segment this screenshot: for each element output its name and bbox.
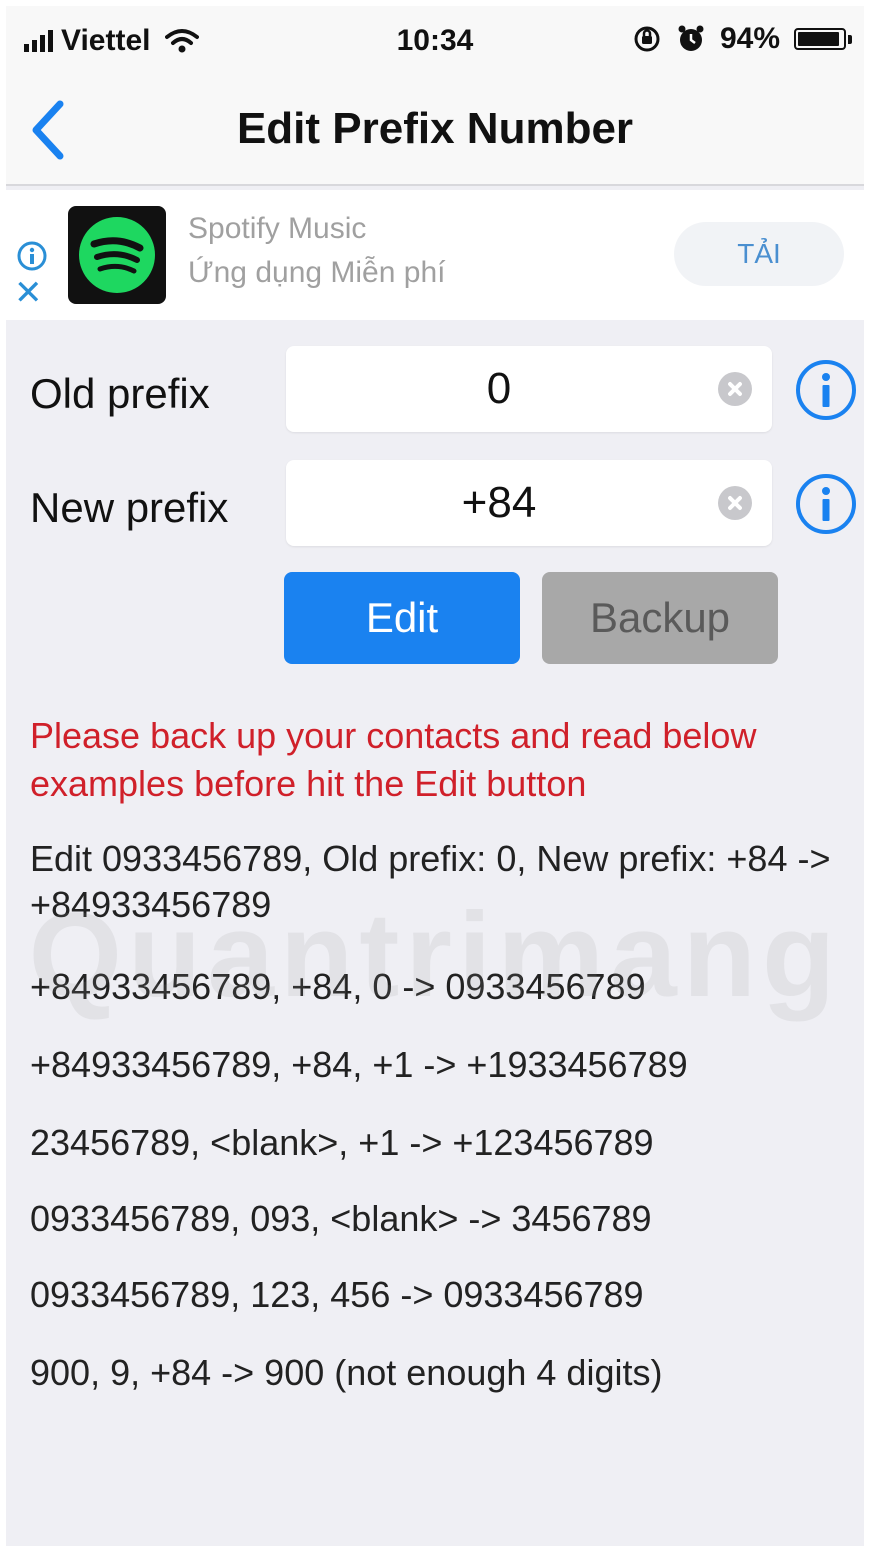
ad-title: Spotify Music [188, 212, 367, 245]
example-item: 0933456789, 093, <blank> -> 3456789 [30, 1198, 652, 1239]
ad-download-button[interactable]: TẢI [674, 222, 844, 286]
clear-new-prefix-icon[interactable] [718, 486, 752, 520]
ad-close-icon[interactable]: ✕ [14, 276, 43, 310]
old-prefix-info-icon[interactable] [794, 358, 858, 422]
example-item: +84933456789, +84, 0 -> 0933456789 [30, 966, 646, 1007]
clear-old-prefix-icon[interactable] [718, 372, 752, 406]
new-prefix-info-icon[interactable] [794, 472, 858, 536]
backup-button[interactable]: Backup [542, 572, 778, 664]
new-prefix-label: New prefix [30, 484, 229, 531]
battery-percent: 94% [719, 22, 780, 55]
example-item: Edit 0933456789, Old prefix: 0, New pref… [30, 838, 831, 925]
old-prefix-value: 0 [486, 364, 512, 413]
old-prefix-label: Old prefix [30, 370, 210, 417]
app-screen: Viettel 10:34 94% Edit Prefix Number ✕ S… [6, 6, 864, 1546]
alarm-icon [678, 25, 704, 51]
example-item: +84933456789, +84, +1 -> +1933456789 [30, 1044, 688, 1085]
example-item: 23456789, <blank>, +1 -> +123456789 [30, 1122, 654, 1163]
page-title: Edit Prefix Number [236, 104, 634, 153]
example-item: 0933456789, 123, 456 -> 0933456789 [30, 1274, 644, 1315]
ad-banner[interactable]: ✕ Spotify Music Ứng dụng Miễn phí TẢI [6, 190, 864, 320]
orientation-lock-icon [634, 26, 660, 52]
battery-icon [794, 28, 852, 50]
edit-button[interactable]: Edit [284, 572, 520, 664]
warning-message: Please back up your contacts and read be… [30, 715, 757, 804]
new-prefix-value: +84 [461, 478, 537, 527]
ad-subtitle: Ứng dụng Miễn phí [188, 256, 446, 289]
new-prefix-input[interactable]: +84 [286, 460, 772, 546]
navigation-bar: Edit Prefix Number [6, 76, 864, 186]
example-item: 900, 9, +84 -> 900 (not enough 4 digits) [30, 1352, 663, 1393]
ad-info-icon[interactable] [16, 240, 48, 272]
status-bar: Viettel 10:34 94% [6, 6, 864, 76]
status-right: 94% [632, 22, 852, 56]
old-prefix-input[interactable]: 0 [286, 346, 772, 432]
spotify-logo-icon [68, 206, 166, 304]
